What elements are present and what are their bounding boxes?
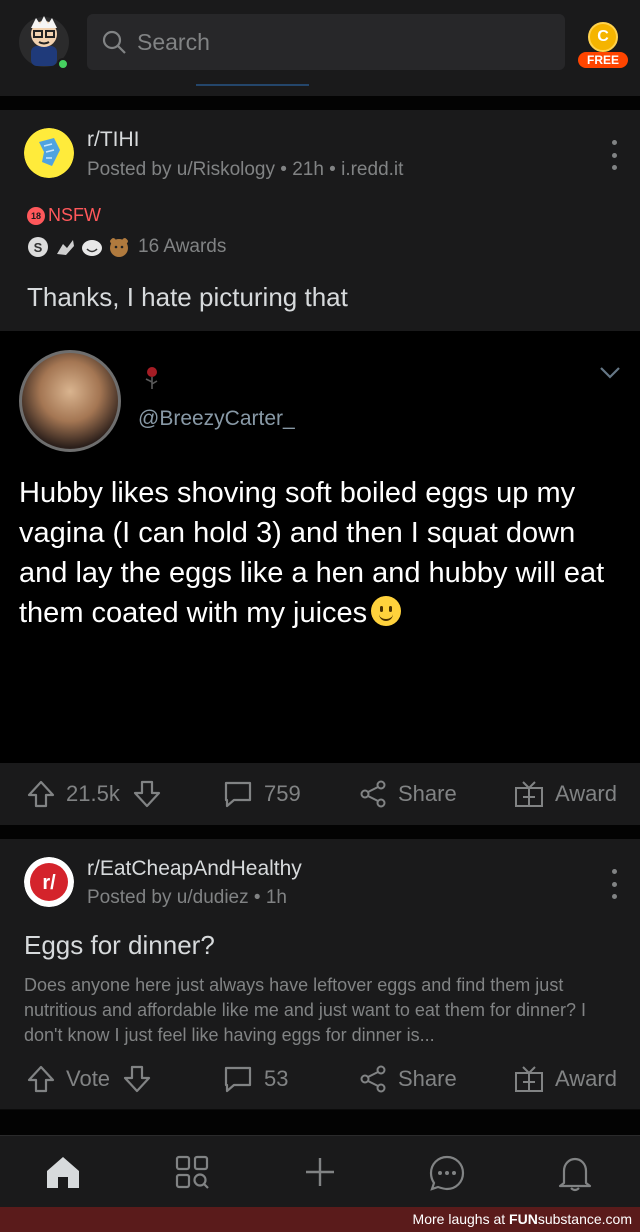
search-bar[interactable]: Search (87, 14, 565, 70)
create-post-icon[interactable] (302, 1154, 338, 1190)
laughing-award-icon (82, 240, 102, 256)
subreddit-name[interactable]: r/EatCheapAndHealthy (87, 857, 302, 881)
comment-icon (224, 781, 252, 808)
awards-row[interactable]: S 16 Awards (27, 236, 226, 258)
notifications-bell-icon[interactable] (557, 1154, 593, 1192)
gift-icon (515, 781, 543, 807)
post-title[interactable]: Thanks, I hate picturing that (27, 282, 348, 313)
hands-award-icon (57, 240, 74, 255)
bear-award-icon (110, 238, 128, 257)
search-icon (102, 30, 126, 54)
comment-count: 759 (264, 781, 301, 806)
online-status-dot (57, 58, 69, 70)
discover-icon[interactable] (174, 1154, 210, 1190)
share-label: Share (398, 1066, 457, 1091)
vote-group: 21.5k (26, 779, 162, 809)
subreddit-icon[interactable] (24, 128, 74, 178)
free-badge: FREE (578, 52, 628, 68)
share-icon (360, 1065, 386, 1093)
upvote-icon[interactable] (26, 779, 56, 809)
post-card[interactable]: r/TIHI Posted by u/Riskology • 21h • i.r… (0, 110, 640, 331)
silver-award-icon: S (28, 237, 48, 257)
subreddit-icon[interactable]: r/ (24, 857, 74, 907)
comment-icon (224, 1066, 252, 1093)
award-button[interactable]: Award (513, 779, 617, 809)
post-actions: Vote 53 Share Award (0, 1048, 640, 1110)
svg-text:S: S (34, 240, 43, 255)
feed-divider (0, 1110, 640, 1135)
search-placeholder: Search (137, 28, 210, 55)
vote-count: Vote (66, 1066, 111, 1091)
tweet-text: Hubby likes shoving soft boiled eggs up … (19, 473, 619, 633)
post-body[interactable]: Does anyone here just always have leftov… (24, 973, 624, 1048)
share-icon (360, 780, 386, 808)
award-button[interactable]: Award (513, 1064, 617, 1094)
post-title[interactable]: Eggs for dinner? (24, 930, 215, 961)
coin-icon: C (588, 22, 618, 52)
tweet-avatar (19, 350, 121, 452)
downvote-icon[interactable] (132, 779, 162, 809)
watermark-bar: More laughs at FUNsubstance.com (0, 1207, 640, 1232)
post-meta: Posted by u/dudiez • 1h (87, 887, 287, 908)
bottom-nav (0, 1135, 640, 1207)
chat-icon[interactable] (428, 1154, 466, 1192)
tweet-handle: @BreezyCarter_ (138, 407, 295, 430)
nsfw-label: NSFW (48, 205, 101, 225)
active-tab-indicator (196, 84, 309, 86)
feed-divider (0, 825, 640, 839)
share-label: Share (398, 781, 457, 806)
nsfw-tag: 18 NSFW (27, 205, 101, 226)
more-options-icon[interactable] (604, 869, 624, 899)
top-bar: Search C FREE (0, 0, 640, 96)
comments-button[interactable]: 53 (222, 1064, 288, 1094)
share-button[interactable]: Share (358, 1064, 457, 1094)
subreddit-icon-text: r/ (42, 872, 56, 894)
comments-button[interactable]: 759 (222, 779, 301, 809)
downvote-icon[interactable] (122, 1064, 152, 1094)
vote-count: 21.5k (66, 781, 120, 806)
watermark-brand-bold: FUN (509, 1211, 538, 1227)
post-image[interactable]: @BreezyCarter_ Hubby likes shoving soft … (0, 331, 640, 763)
post-meta: Posted by u/Riskology • 21h • i.redd.it (87, 159, 404, 180)
watermark-brand-rest: substance.com (537, 1211, 632, 1227)
home-icon[interactable] (44, 1154, 82, 1190)
awards-count: 16 Awards (138, 236, 227, 257)
post-actions: 21.5k 759 Share Award (0, 763, 640, 825)
get-coins-button[interactable]: C FREE (578, 22, 628, 68)
subreddit-name[interactable]: r/TIHI (87, 128, 140, 152)
more-options-icon[interactable] (604, 140, 624, 170)
comment-count: 53 (264, 1066, 289, 1091)
smiley-emoji-icon (371, 596, 402, 626)
vote-group: Vote (26, 1064, 152, 1094)
upvote-icon[interactable] (26, 1064, 56, 1094)
award-label: Award (555, 781, 617, 806)
feed-divider (0, 96, 640, 110)
share-button[interactable]: Share (358, 779, 457, 809)
watermark-prefix: More laughs at (412, 1211, 506, 1227)
rose-icon (145, 367, 158, 389)
watermark-text: More laughs at FUNsubstance.com (413, 1211, 632, 1227)
award-label: Award (555, 1066, 617, 1091)
tweet-text-content: Hubby likes shoving soft boiled eggs up … (19, 477, 605, 629)
gift-icon (515, 1066, 543, 1092)
nsfw-18-icon: 18 (27, 206, 45, 225)
chevron-down-icon (600, 367, 620, 379)
